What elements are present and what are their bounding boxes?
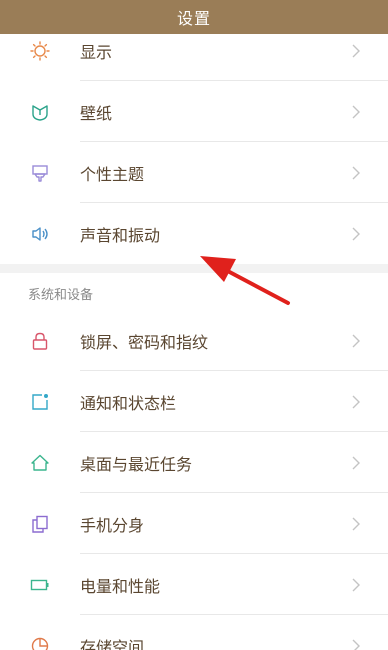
settings-item-label: 个性主题	[80, 164, 145, 184]
chevron-right-icon	[350, 638, 362, 650]
wallpaper-icon	[30, 102, 50, 122]
settings-item-label: 声音和振动	[80, 225, 161, 245]
settings-item-label: 存储空间	[80, 637, 145, 650]
settings-item-label: 锁屏、密码和指纹	[80, 332, 209, 352]
settings-group-display: 显示 壁纸 个性主题 声音和振动	[0, 20, 388, 264]
settings-item-notifications[interactable]: 通知和状态栏	[0, 371, 388, 432]
dual-phone-icon	[30, 514, 50, 534]
settings-item-lockscreen[interactable]: 锁屏、密码和指纹	[0, 310, 388, 371]
settings-item-label: 桌面与最近任务	[80, 454, 193, 474]
settings-item-storage[interactable]: 存储空间	[0, 615, 388, 650]
settings-item-label: 手机分身	[80, 515, 145, 535]
settings-group-system: 锁屏、密码和指纹 通知和状态栏 桌面与最近任务 手机分身 电量和性能 存储空间	[0, 310, 388, 650]
chevron-right-icon	[350, 165, 362, 181]
home-icon	[30, 453, 50, 473]
settings-item-desktop[interactable]: 桌面与最近任务	[0, 432, 388, 493]
battery-icon	[30, 575, 50, 595]
chevron-right-icon	[350, 394, 362, 410]
settings-item-sound[interactable]: 声音和振动	[0, 203, 388, 264]
storage-icon	[30, 636, 50, 650]
theme-brush-icon	[30, 163, 50, 183]
chevron-right-icon	[350, 577, 362, 593]
speaker-icon	[30, 224, 50, 244]
chevron-right-icon	[350, 455, 362, 471]
settings-item-label: 电量和性能	[80, 576, 161, 596]
chevron-right-icon	[350, 104, 362, 120]
chevron-right-icon	[350, 226, 362, 242]
settings-item-battery[interactable]: 电量和性能	[0, 554, 388, 615]
section-header-system: 系统和设备	[28, 288, 94, 303]
lock-icon	[30, 331, 50, 351]
chevron-right-icon	[350, 43, 362, 59]
settings-item-dual-apps[interactable]: 手机分身	[0, 493, 388, 554]
chevron-right-icon	[350, 516, 362, 532]
settings-item-theme[interactable]: 个性主题	[0, 142, 388, 203]
sun-icon	[30, 40, 50, 61]
settings-item-label: 显示	[80, 42, 113, 62]
settings-item-wallpaper[interactable]: 壁纸	[0, 81, 388, 142]
settings-item-display[interactable]: 显示	[0, 20, 388, 81]
settings-item-label: 壁纸	[80, 103, 113, 123]
settings-item-label: 通知和状态栏	[80, 393, 177, 413]
section-divider	[0, 264, 388, 273]
chevron-right-icon	[350, 333, 362, 349]
notification-icon	[30, 392, 50, 412]
